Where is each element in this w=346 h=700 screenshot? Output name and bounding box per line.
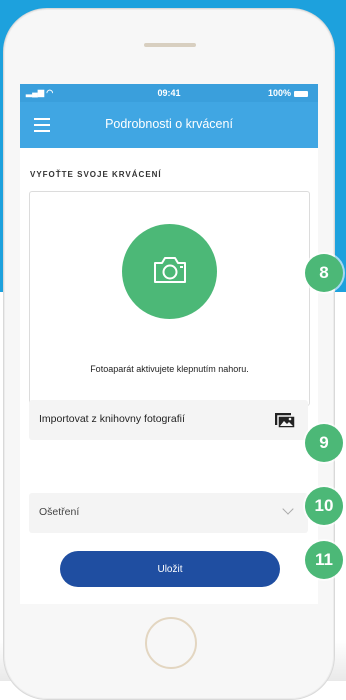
camera-icon [154, 257, 186, 283]
photo-section-label: VYFOŤTE SVOJE KRVÁCENÍ [30, 170, 162, 179]
gallery-icon [275, 413, 296, 429]
callout-badge-9: 9 [305, 424, 343, 462]
battery-text: 100% [267, 88, 291, 98]
treatment-label: Ošetření [39, 506, 80, 518]
nav-bar: Podrobnosti o krvácení [20, 102, 318, 148]
camera-hint-text: Fotoaparát aktivujete klepnutím nahoru. [90, 364, 249, 374]
photo-card: Fotoaparát aktivujete klepnutím nahoru. [29, 191, 310, 406]
app-screen: ▂▄▆ ◠ 09:41 100% Podrobnosti o krvácení … [20, 84, 318, 604]
phone-speaker [144, 43, 196, 47]
callout-badge-11: 11 [305, 541, 343, 579]
import-label: Importovat z knihovny fotografií [39, 413, 185, 425]
page-title: Podrobnosti o krvácení [105, 117, 233, 131]
chevron-down-icon [282, 503, 294, 515]
import-from-library-button[interactable]: Importovat z knihovny fotografií [29, 400, 308, 440]
treatment-dropdown[interactable]: Ošetření [29, 493, 308, 533]
callout-badge-10: 10 [305, 487, 343, 525]
status-bar: ▂▄▆ ◠ 09:41 100% [20, 84, 318, 102]
phone-frame: ▂▄▆ ◠ 09:41 100% Podrobnosti o krvácení … [3, 8, 335, 700]
save-button[interactable]: Uložit [60, 551, 280, 587]
camera-button[interactable] [122, 224, 217, 319]
battery-indicator: 100% [268, 88, 308, 98]
callout-badge-8: 8 [305, 254, 343, 292]
battery-icon [294, 90, 308, 97]
home-button[interactable] [145, 617, 197, 669]
